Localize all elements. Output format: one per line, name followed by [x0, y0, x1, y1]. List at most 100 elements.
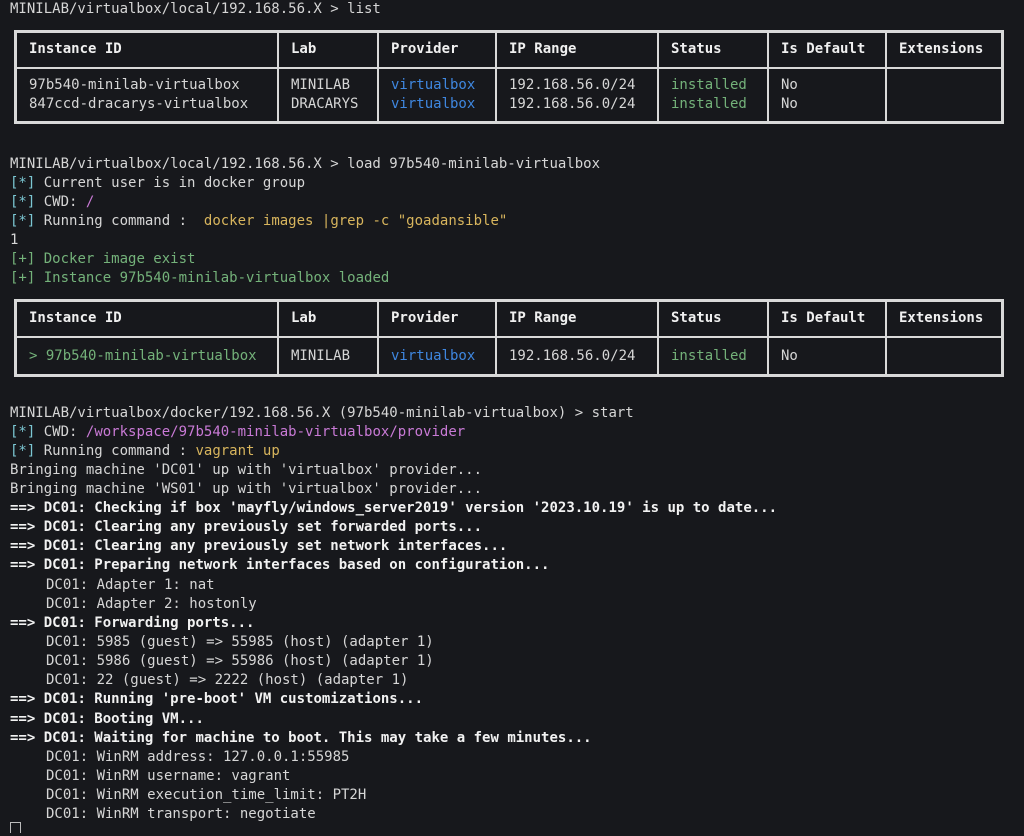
arrow-marker: ==> — [10, 519, 36, 535]
arrow-marker: ==> — [10, 538, 36, 554]
output-line: ==> DC01: Checking if box 'mayfly/window… — [10, 499, 777, 518]
output-line: [*] CWD: /workspace/97b540-minilab-virtu… — [10, 423, 465, 442]
left-edge-marker — [0, 148, 5, 836]
output-line: ==> DC01: Clearing any previously set ne… — [10, 537, 507, 556]
header-extensions: Extensions — [885, 299, 1004, 338]
command-label: Running command : — [43, 443, 188, 459]
header-is-default: Is Default — [767, 30, 887, 69]
output-line: ==> DC01: Waiting for machine to boot. T… — [10, 729, 592, 748]
header-lab: Lab — [277, 299, 379, 338]
arrow-marker: ==> — [10, 557, 36, 573]
terminal-window[interactable]: MINILAB/virtualbox/local/192.168.56.X > … — [0, 0, 1024, 833]
output-line: 1 — [10, 232, 19, 248]
prompt-start: MINILAB/virtualbox/docker/192.168.56.X (… — [10, 405, 634, 421]
output-line: [*] Running command : vagrant up — [10, 442, 280, 461]
table-header-row: Instance ID Lab Provider IP Range Status… — [14, 299, 1004, 338]
cell-instance-id: > 97b540-minilab-virtualbox — [14, 336, 279, 377]
header-status: Status — [657, 30, 769, 69]
output-line: ==> DC01: Clearing any previously set fo… — [10, 518, 482, 537]
terminal-cursor — [10, 822, 21, 833]
info-marker: [*] — [10, 424, 36, 440]
header-ip-range: IP Range — [495, 30, 659, 69]
output-line: ==> DC01: Booting VM... — [10, 710, 204, 729]
arrow-marker: ==> — [10, 711, 36, 727]
output-line: DC01: WinRM address: 127.0.0.1:55985 — [46, 749, 350, 765]
output-line: DC01: Adapter 1: nat — [46, 577, 215, 593]
output-text: DC01: Clearing any previously set networ… — [43, 538, 508, 554]
info-marker: [*] — [10, 194, 36, 210]
cell-extensions — [885, 336, 1004, 377]
output-text: Current user is in docker group — [43, 175, 306, 191]
info-marker: [*] — [10, 213, 36, 229]
command-value: docker images |grep -c "goadansible" — [203, 213, 508, 229]
cell-extensions — [885, 67, 1004, 124]
cwd-value: /workspace/97b540-minilab-virtualbox/pro… — [85, 424, 466, 440]
output-line: ==> DC01: Forwarding ports... — [10, 614, 254, 633]
output-text: DC01: Checking if box 'mayfly/windows_se… — [43, 500, 778, 516]
output-line: [*] Current user is in docker group — [10, 174, 305, 193]
header-status: Status — [657, 299, 769, 338]
info-marker: [*] — [10, 175, 36, 191]
command-label: Running command : — [43, 213, 188, 229]
output-line: DC01: 22 (guest) => 2222 (host) (adapter… — [46, 672, 409, 688]
arrow-marker: ==> — [10, 615, 36, 631]
cell-status: installed — [657, 336, 769, 377]
output-line: DC01: Adapter 2: hostonly — [46, 596, 257, 612]
output-text: DC01: Waiting for machine to boot. This … — [43, 730, 592, 746]
arrow-marker: ==> — [10, 730, 36, 746]
output-line: [*] CWD: / — [10, 193, 94, 212]
arrow-marker: ==> — [10, 691, 36, 707]
output-line: [*] Running command : docker images |gre… — [10, 212, 507, 231]
cell-instance-ids: 97b540-minilab-virtualbox 847ccd-dracary… — [14, 67, 279, 124]
output-text: DC01: Running 'pre-boot' VM customizatio… — [43, 691, 424, 707]
cell-ip-ranges: 192.168.56.0/24 192.168.56.0/24 — [495, 67, 659, 124]
output-line: Bringing machine 'DC01' up with 'virtual… — [10, 462, 483, 478]
cell-providers: virtualbox virtualbox — [377, 67, 497, 124]
prompt-load: MINILAB/virtualbox/local/192.168.56.X > … — [10, 156, 601, 172]
cell-provider: virtualbox — [377, 336, 497, 377]
cwd-label: CWD: — [43, 424, 78, 440]
ok-marker: [+] — [10, 270, 36, 286]
cell-lab: MINILAB — [277, 336, 379, 377]
output-text: DC01: Booting VM... — [43, 711, 204, 727]
output-text: Docker image exist — [43, 251, 196, 267]
arrow-marker: ==> — [10, 500, 36, 516]
header-ip-range: IP Range — [495, 299, 659, 338]
info-marker: [*] — [10, 443, 36, 459]
header-instance-id: Instance ID — [14, 30, 279, 69]
output-line: DC01: WinRM execution_time_limit: PT2H — [46, 787, 367, 803]
output-line: DC01: WinRM transport: negotiate — [46, 806, 316, 822]
cell-default: No — [767, 336, 887, 377]
output-line: [+] Docker image exist — [10, 250, 195, 269]
table-row: 97b540-minilab-virtualbox 847ccd-dracary… — [14, 67, 1004, 124]
prompt-list: MINILAB/virtualbox/local/192.168.56.X > … — [10, 1, 381, 17]
cell-labs: MINILAB DRACARYS — [277, 67, 379, 124]
output-line: DC01: 5985 (guest) => 55985 (host) (adap… — [46, 634, 434, 650]
output-text: DC01: Preparing network interfaces based… — [43, 557, 550, 573]
output-text: DC01: Forwarding ports... — [43, 615, 255, 631]
cwd-value: / — [85, 194, 95, 210]
output-text: DC01: Clearing any previously set forwar… — [43, 519, 483, 535]
output-line: Bringing machine 'WS01' up with 'virtual… — [10, 481, 483, 497]
header-extensions: Extensions — [885, 30, 1004, 69]
instances-table: Instance ID Lab Provider IP Range Status… — [14, 30, 1004, 124]
output-line: [+] Instance 97b540-minilab-virtualbox l… — [10, 269, 389, 288]
output-line: ==> DC01: Running 'pre-boot' VM customiz… — [10, 690, 423, 709]
cell-statuses: installed installed — [657, 67, 769, 124]
command-value: vagrant up — [195, 443, 280, 459]
output-line: DC01: 5986 (guest) => 55986 (host) (adap… — [46, 653, 434, 669]
table-row: > 97b540-minilab-virtualbox MINILAB virt… — [14, 336, 1004, 377]
header-provider: Provider — [377, 299, 497, 338]
cell-ip-range: 192.168.56.0/24 — [495, 336, 659, 377]
header-provider: Provider — [377, 30, 497, 69]
loaded-instance-table: Instance ID Lab Provider IP Range Status… — [14, 299, 1004, 377]
cell-defaults: No No — [767, 67, 887, 124]
output-line: DC01: WinRM username: vagrant — [46, 768, 291, 784]
output-line: ==> DC01: Preparing network interfaces b… — [10, 556, 549, 575]
header-lab: Lab — [277, 30, 379, 69]
table-header-row: Instance ID Lab Provider IP Range Status… — [14, 30, 1004, 69]
output-text: Instance 97b540-minilab-virtualbox loade… — [43, 270, 390, 286]
cwd-label: CWD: — [43, 194, 78, 210]
header-instance-id: Instance ID — [14, 299, 279, 338]
header-is-default: Is Default — [767, 299, 887, 338]
